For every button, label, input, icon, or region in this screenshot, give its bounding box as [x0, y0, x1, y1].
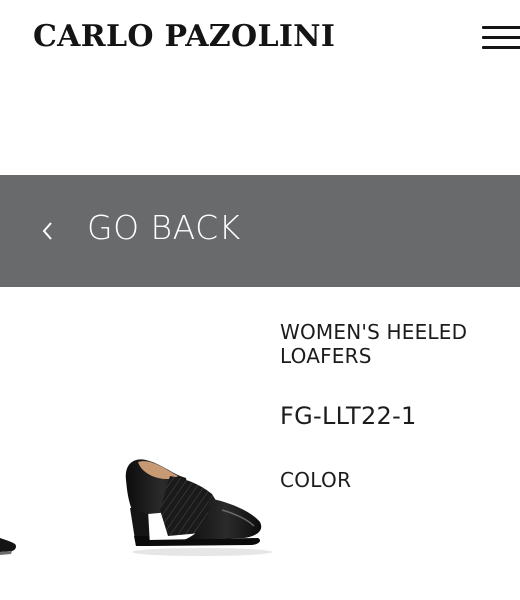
menu-line — [482, 36, 520, 39]
menu-line — [482, 26, 520, 29]
previous-product-image[interactable] — [0, 510, 20, 560]
product-sku: FG-LLT22-1 — [280, 402, 417, 430]
color-label: COLOR — [280, 468, 352, 492]
product-image[interactable] — [112, 440, 272, 565]
go-back-button[interactable]: GO BACK — [0, 175, 520, 287]
site-header: CARLO PAZOLINI — [0, 0, 520, 175]
product-name: WOMEN'S HEELED LOAFERS — [280, 320, 468, 368]
chevron-left-icon — [42, 222, 52, 240]
product-page: CARLO PAZOLINI GO BACK WOMEN'S HEELED LO… — [0, 0, 520, 600]
brand-logo[interactable]: CARLO PAZOLINI — [33, 19, 335, 54]
hamburger-menu-icon[interactable] — [482, 22, 520, 52]
go-back-label: GO BACK — [87, 208, 241, 247]
menu-line — [482, 46, 520, 49]
